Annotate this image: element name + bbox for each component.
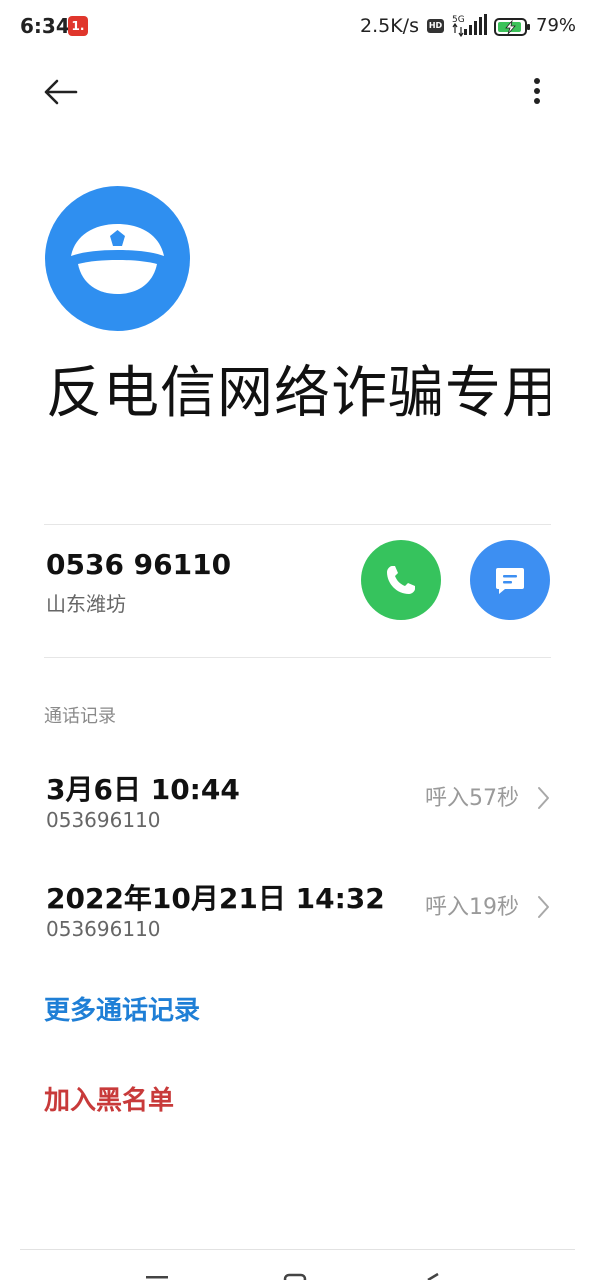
divider (20, 1249, 575, 1250)
back-button[interactable] (36, 70, 86, 114)
nav-home-icon[interactable] (283, 1273, 307, 1280)
navigation-bar (0, 1262, 595, 1280)
phone-location: 山东潍坊 (46, 592, 126, 616)
phone-icon (387, 566, 415, 594)
battery-charging-icon (494, 17, 532, 41)
call-log-number: 053696110 (46, 808, 161, 832)
signal-icon: 5G (450, 13, 490, 41)
battery-percent: 79% (536, 15, 577, 36)
call-log-number: 053696110 (46, 917, 161, 941)
back-arrow-icon (44, 79, 78, 105)
call-log-info: 呼入19秒 (425, 895, 519, 920)
chevron-right-icon (538, 787, 549, 809)
message-icon (496, 568, 524, 594)
contact-name: 反电信网络诈骗专用 (46, 361, 550, 426)
call-button[interactable] (361, 540, 441, 620)
network-type: 5G (452, 15, 465, 25)
more-vertical-icon (534, 78, 540, 104)
network-speed: 2.5K/s (360, 15, 419, 37)
call-log-title: 通话记录 (44, 706, 116, 727)
divider (44, 657, 551, 658)
phone-number[interactable]: 0536 96110 (46, 548, 231, 581)
hd-badge: HD (427, 19, 444, 33)
more-call-records-link[interactable]: 更多通话记录 (44, 990, 200, 1027)
police-cap-icon (71, 224, 164, 294)
call-log-info: 呼入57秒 (425, 786, 519, 811)
call-log-entry[interactable]: 3月6日 10:44 053696110 呼入57秒 (0, 768, 595, 868)
contact-detail-screen: 6:34 1. 2.5K/s HD 5G 79% 反电信网络诈骗专用 0536 … (0, 0, 595, 1280)
call-log-date: 3月6日 10:44 (46, 773, 240, 806)
notification-badge: 1. (68, 16, 88, 36)
contact-avatar (45, 186, 190, 331)
more-options-button[interactable] (517, 70, 557, 114)
status-bar: 6:34 1. 2.5K/s HD 5G 79% (0, 0, 595, 54)
divider (44, 524, 551, 525)
status-time: 6:34 (20, 14, 70, 38)
call-log-entry[interactable]: 2022年10月21日 14:32 053696110 呼入19秒 (0, 877, 595, 977)
chevron-right-icon (538, 896, 549, 918)
add-to-blacklist-button[interactable]: 加入黑名单 (44, 1080, 174, 1117)
nav-menu-icon[interactable] (146, 1276, 168, 1279)
message-button[interactable] (470, 540, 550, 620)
nav-back-icon[interactable] (427, 1272, 439, 1280)
call-log-date: 2022年10月21日 14:32 (46, 882, 385, 915)
